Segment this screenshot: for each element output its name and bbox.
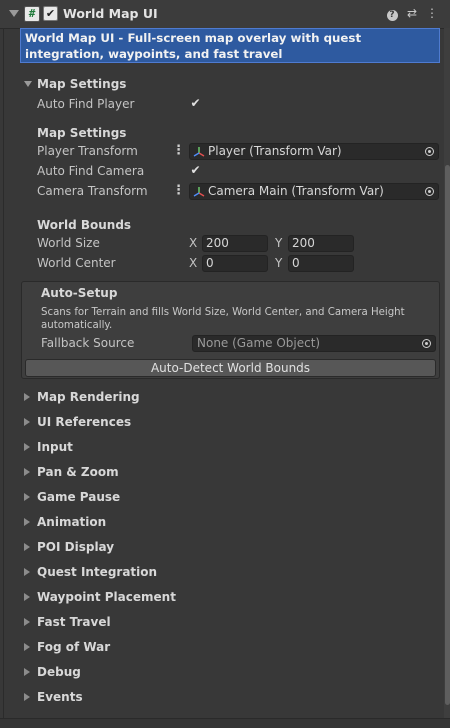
camera-transform-menu-icon[interactable]: ⋮ (172, 182, 185, 200)
section-map-rendering[interactable]: Map Rendering (37, 388, 140, 406)
section-debug[interactable]: Debug (37, 663, 81, 681)
world-bounds-header: World Bounds (37, 218, 132, 232)
world-center-label: World Center (37, 256, 116, 270)
preset-icon[interactable]: ⇄ (405, 6, 419, 20)
world-size-label: World Size (37, 236, 100, 250)
auto-find-camera-checkbox[interactable]: ✔ (189, 164, 202, 177)
help-icon[interactable]: ? (385, 6, 399, 21)
component-enabled-checkbox[interactable]: ✔ (43, 6, 58, 21)
section-animation[interactable]: Animation (37, 513, 106, 531)
auto-find-player-checkbox[interactable]: ✔ (189, 97, 202, 110)
auto-find-player-label: Auto Find Player (37, 97, 135, 111)
events-foldout-arrow-icon[interactable] (24, 693, 30, 701)
world-size-x-label: X (189, 236, 198, 250)
map-rendering-foldout-arrow-icon[interactable] (24, 393, 30, 401)
world-center-y-field[interactable]: 0 (288, 255, 354, 272)
player-transform-menu-icon[interactable]: ⋮ (172, 142, 185, 160)
quest-integration-foldout-arrow-icon[interactable] (24, 568, 30, 576)
section-poi-display[interactable]: POI Display (37, 538, 114, 556)
player-transform-field[interactable]: Player (Transform Var) (189, 143, 439, 160)
world-size-y-label: Y (275, 236, 283, 250)
help-icon-glyph: ? (386, 10, 398, 21)
object-picker-icon[interactable] (422, 339, 431, 348)
input-foldout-arrow-icon[interactable] (24, 443, 30, 451)
object-picker-icon[interactable] (425, 187, 434, 196)
transform-axes-icon (193, 187, 205, 197)
world-center-x-field[interactable]: 0 (202, 255, 268, 272)
camera-transform-value: Camera Main (Transform Var) (208, 184, 384, 198)
auto-setup-help-text: Scans for Terrain and fills World Size, … (41, 307, 405, 331)
fallback-source-value: None (Game Object) (197, 336, 321, 350)
section-input[interactable]: Input (37, 438, 73, 456)
debug-foldout-arrow-icon[interactable] (24, 668, 30, 676)
component-foldout-arrow-icon[interactable] (9, 10, 19, 17)
auto-detect-world-bounds-button[interactable]: Auto-Detect World Bounds (25, 359, 436, 377)
world-size-y-field[interactable]: 200 (288, 235, 354, 252)
animation-foldout-arrow-icon[interactable] (24, 518, 30, 526)
context-menu-icon[interactable]: ⋮ (425, 6, 439, 20)
section-fast-travel[interactable]: Fast Travel (37, 613, 111, 631)
ui-references-foldout-arrow-icon[interactable] (24, 418, 30, 426)
world-size-x-field[interactable]: 200 (202, 235, 268, 252)
fog-of-war-foldout-arrow-icon[interactable] (24, 643, 30, 651)
pan-zoom-foldout-arrow-icon[interactable] (24, 468, 30, 476)
auto-find-camera-label: Auto Find Camera (37, 164, 145, 178)
section-waypoint-placement[interactable]: Waypoint Placement (37, 588, 176, 606)
script-icon: # (24, 6, 40, 22)
auto-setup-header: Auto-Setup (41, 286, 118, 300)
fallback-source-label: Fallback Source (41, 336, 135, 350)
object-picker-icon[interactable] (425, 147, 434, 156)
world-center-y-label: Y (275, 256, 283, 270)
section-events[interactable]: Events (37, 688, 83, 706)
poi-display-foldout-arrow-icon[interactable] (24, 543, 30, 551)
component-header[interactable]: # ✔ World Map UI ? ⇄ ⋮ (0, 0, 450, 29)
transform-axes-icon (193, 147, 205, 157)
fast-travel-foldout-arrow-icon[interactable] (24, 618, 30, 626)
scrollbar-thumb[interactable] (445, 165, 450, 705)
component-title: World Map UI (63, 6, 158, 21)
section-game-pause[interactable]: Game Pause (37, 488, 120, 506)
map-settings-header: Map Settings (37, 126, 127, 140)
player-transform-label: Player Transform (37, 144, 138, 158)
camera-transform-label: Camera Transform (37, 184, 148, 198)
game-pause-foldout-arrow-icon[interactable] (24, 493, 30, 501)
section-fog-of-war[interactable]: Fog of War (37, 638, 110, 656)
map-settings-foldout-label[interactable]: Map Settings (37, 75, 126, 93)
world-center-x-label: X (189, 256, 198, 270)
waypoint-placement-foldout-arrow-icon[interactable] (24, 593, 30, 601)
section-pan-zoom[interactable]: Pan & Zoom (37, 463, 119, 481)
section-quest-integration[interactable]: Quest Integration (37, 563, 157, 581)
fallback-source-field[interactable]: None (Game Object) (192, 335, 436, 352)
description-banner: World Map UI - Full-screen map overlay w… (20, 28, 440, 63)
camera-transform-field[interactable]: Camera Main (Transform Var) (189, 183, 439, 200)
map-settings-foldout-arrow-icon[interactable] (24, 81, 32, 87)
player-transform-value: Player (Transform Var) (208, 144, 342, 158)
section-ui-references[interactable]: UI References (37, 413, 131, 431)
